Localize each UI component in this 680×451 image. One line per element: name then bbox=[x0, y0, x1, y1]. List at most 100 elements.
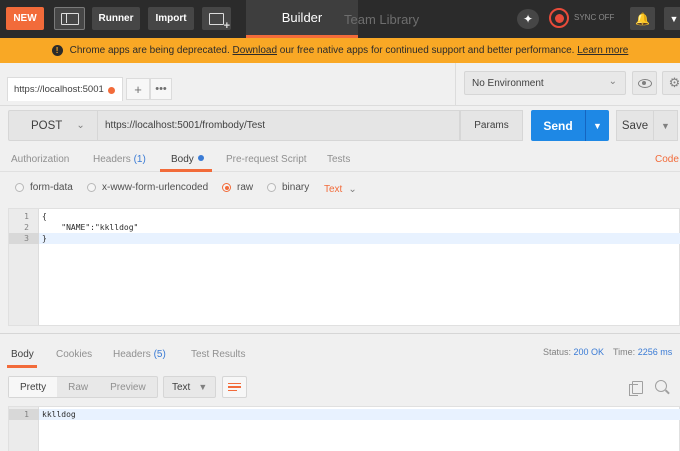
time-label: Time: bbox=[613, 347, 636, 357]
divider bbox=[455, 63, 456, 106]
interceptor-icon[interactable]: ✦ bbox=[517, 9, 539, 29]
tab-body[interactable]: Body bbox=[171, 154, 204, 165]
code-line-current: 1 kklldog bbox=[9, 409, 680, 420]
request-tab-label: https://localhost:5001 bbox=[14, 84, 104, 95]
body-indicator-dot bbox=[197, 155, 204, 161]
environment-quick-look-button[interactable] bbox=[632, 71, 657, 95]
response-body-viewer[interactable]: 1 kklldog bbox=[8, 406, 680, 451]
layout-icon bbox=[60, 12, 79, 25]
environment-label: No Environment bbox=[472, 77, 544, 89]
request-body-editor[interactable]: 1{ 2 "NAME":"kklldog" 3} bbox=[8, 208, 680, 326]
tab-authorization[interactable]: Authorization bbox=[11, 154, 69, 165]
tab-response-headers[interactable]: Headers (5) bbox=[113, 349, 166, 360]
response-headers-count: (5) bbox=[153, 349, 166, 360]
radio-raw[interactable]: raw bbox=[222, 182, 253, 193]
save-button[interactable]: Save bbox=[616, 110, 654, 141]
send-button[interactable]: Send bbox=[531, 110, 585, 141]
import-button[interactable]: Import bbox=[148, 7, 194, 30]
response-status: Status: 200 OK bbox=[543, 347, 604, 357]
tab-prerequest-script[interactable]: Pre-request Script bbox=[226, 154, 307, 165]
radio-binary[interactable]: binary bbox=[267, 182, 309, 193]
download-link[interactable]: Download bbox=[233, 45, 277, 56]
line-number: 1 bbox=[9, 409, 39, 420]
request-tab-row: https://localhost:5001 + ••• No Environm… bbox=[0, 63, 680, 106]
view-preview-button[interactable]: Preview bbox=[99, 377, 157, 397]
wrap-line bbox=[228, 386, 241, 388]
chevron-down-icon: ▼ bbox=[198, 382, 208, 392]
url-input[interactable] bbox=[98, 110, 460, 141]
code-text: { bbox=[42, 212, 47, 221]
chevron-down-icon: ⌄ bbox=[608, 76, 617, 87]
radio-urlencoded[interactable]: x-www-form-urlencoded bbox=[87, 182, 208, 193]
learn-more-link[interactable]: Learn more bbox=[577, 45, 628, 56]
radio-circle bbox=[15, 183, 24, 192]
send-options-button[interactable]: ▼ bbox=[585, 110, 609, 141]
method-label: POST bbox=[31, 119, 63, 132]
sync-status-label: SYNC OFF bbox=[574, 13, 615, 22]
save-options-button[interactable]: ▼ bbox=[654, 110, 678, 141]
tab-headers-label: Headers bbox=[93, 154, 131, 165]
radio-form-data[interactable]: form-data bbox=[15, 182, 73, 193]
copy-icon[interactable] bbox=[629, 381, 643, 396]
wrap-line bbox=[228, 389, 237, 392]
runner-button[interactable]: Runner bbox=[92, 7, 140, 30]
request-tab[interactable]: https://localhost:5001 bbox=[7, 77, 123, 101]
bell-icon[interactable]: 🔔 bbox=[630, 7, 655, 30]
response-time: Time: 2256 ms bbox=[613, 347, 672, 357]
tab-tests[interactable]: Tests bbox=[327, 154, 350, 165]
more-tabs-button[interactable]: ••• bbox=[150, 78, 172, 100]
line-number: 1 bbox=[24, 212, 29, 221]
response-view-row: Pretty Raw Preview Text ▼ bbox=[0, 370, 680, 404]
toggle-sidebar-button[interactable] bbox=[54, 7, 85, 30]
line-number: 3 bbox=[9, 233, 39, 244]
headers-count: (1) bbox=[133, 154, 146, 165]
banner-text-middle: our free native apps for continued suppo… bbox=[279, 45, 575, 56]
tab-headers[interactable]: Headers (1) bbox=[93, 154, 146, 165]
environment-select[interactable]: No Environment ⌄ bbox=[464, 71, 626, 95]
body-format-select[interactable]: Text ⌄ bbox=[324, 184, 357, 195]
status-label: Status: bbox=[543, 347, 572, 357]
warning-icon: ! bbox=[51, 45, 63, 56]
new-window-button[interactable] bbox=[202, 7, 231, 31]
top-bar: NEW Runner Import Builder Team Library ✦… bbox=[0, 0, 680, 38]
response-view-toggle: Pretty Raw Preview bbox=[8, 376, 158, 398]
response-format-label: Text bbox=[172, 381, 191, 393]
tab-response-headers-label: Headers bbox=[113, 349, 151, 360]
view-pretty-button[interactable]: Pretty bbox=[9, 377, 58, 397]
tab-builder[interactable]: Builder bbox=[246, 0, 358, 38]
code-text: kklldog bbox=[42, 410, 76, 419]
body-type-row: form-data x-www-form-urlencoded raw bina… bbox=[0, 172, 680, 204]
radio-circle bbox=[267, 183, 276, 192]
body-format-label: Text bbox=[324, 184, 343, 195]
tab-team-library[interactable]: Team Library bbox=[344, 0, 419, 38]
tab-body-label: Body bbox=[171, 154, 194, 165]
params-button[interactable]: Params bbox=[460, 110, 523, 141]
add-tab-button[interactable]: + bbox=[126, 78, 150, 100]
response-tabs: Body Cookies Headers (5) Test Results St… bbox=[0, 334, 680, 368]
view-raw-button[interactable]: Raw bbox=[57, 377, 99, 397]
sync-icon[interactable] bbox=[549, 8, 569, 28]
radio-circle-selected bbox=[222, 183, 231, 192]
code-link[interactable]: Code bbox=[655, 154, 679, 165]
wrap-lines-icon[interactable] bbox=[222, 376, 247, 398]
gear-icon[interactable]: ⚙ bbox=[662, 71, 680, 95]
radio-binary-label: binary bbox=[282, 182, 310, 193]
radio-urlencoded-label: x-www-form-urlencoded bbox=[102, 182, 209, 193]
chevron-down-icon[interactable]: ▼ bbox=[664, 7, 680, 30]
radio-circle bbox=[87, 183, 96, 192]
code-text: "NAME":"kklldog" bbox=[42, 223, 139, 232]
tab-test-results[interactable]: Test Results bbox=[191, 349, 245, 360]
request-subtabs: Authorization Headers (1) Body Pre-reque… bbox=[0, 148, 680, 172]
active-tab-underline bbox=[7, 365, 37, 368]
new-button[interactable]: NEW bbox=[6, 7, 44, 30]
tab-response-cookies[interactable]: Cookies bbox=[56, 349, 92, 360]
radio-raw-label: raw bbox=[237, 182, 254, 193]
method-select[interactable]: POST ⌄ bbox=[8, 110, 98, 141]
code-line: 1{ bbox=[9, 211, 680, 222]
response-format-select[interactable]: Text ▼ bbox=[163, 376, 216, 398]
deprecation-banner: ! Chrome apps are being deprecated. Down… bbox=[0, 38, 680, 63]
unsaved-dot-icon bbox=[108, 87, 115, 94]
search-icon[interactable] bbox=[655, 380, 667, 392]
tab-response-body[interactable]: Body bbox=[11, 349, 34, 360]
status-value: 200 OK bbox=[573, 347, 605, 357]
